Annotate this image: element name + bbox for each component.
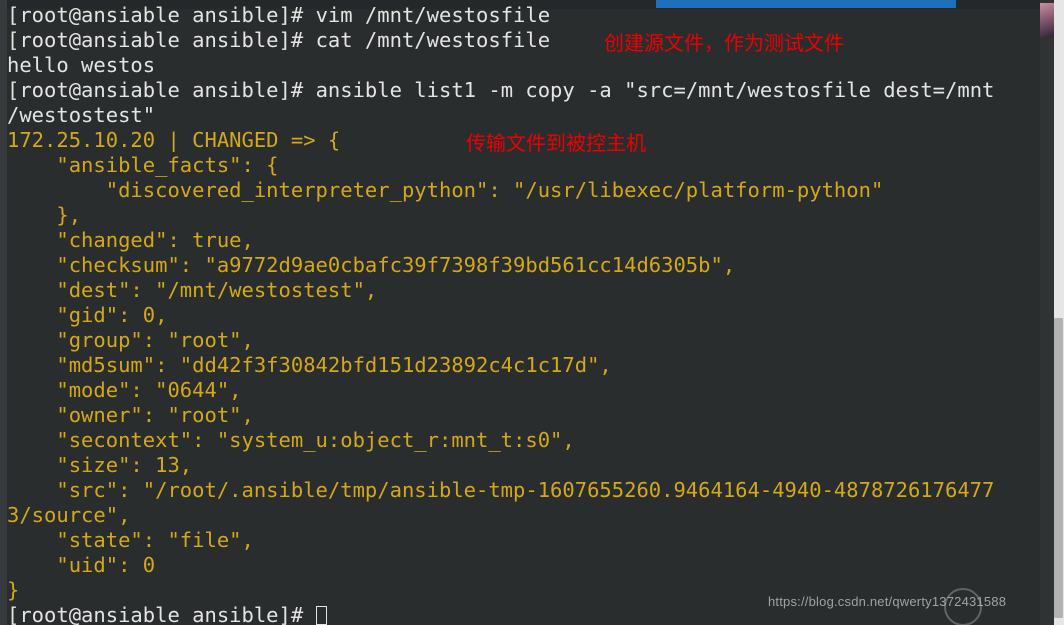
json-output-text: "md5sum": "dd42f3f30842bfd151d23892c4c1c…	[7, 353, 612, 377]
terminal-line: "group": "root",	[7, 328, 1040, 353]
terminal-line: "checksum": "a9772d9ae0cbafc39f7398f39bd…	[7, 253, 1040, 278]
json-output-text: "size": 13,	[7, 453, 193, 477]
terminal-line: "md5sum": "dd42f3f30842bfd151d23892c4c1c…	[7, 353, 1040, 378]
page-thumbnail-image	[1040, 3, 1054, 37]
terminal-output-area[interactable]: [root@ansiable ansible]# vim /mnt/westos…	[7, 3, 1040, 625]
terminal-line: hello westos	[7, 53, 1040, 78]
shell-prompt: [root@ansiable ansible]#	[7, 3, 316, 27]
json-output-text: "discovered_interpreter_python": "/usr/l…	[7, 178, 884, 202]
text-cursor	[315, 606, 327, 625]
vertical-scrollbar-thumb[interactable]	[1054, 318, 1063, 618]
json-output-text: 3/source",	[7, 503, 131, 527]
annotation-transfer-file-to-host: 传输文件到被控主机	[466, 131, 646, 155]
command-output-text: /westostest"	[7, 103, 156, 127]
terminal-line: "dest": "/mnt/westostest",	[7, 278, 1040, 303]
json-output-text: "owner": "root",	[7, 403, 254, 427]
terminal-line: "state": "file",	[7, 528, 1040, 553]
terminal-line: [root@ansiable ansible]# cat /mnt/westos…	[7, 28, 1040, 53]
terminal-window: [root@ansiable ansible]# vim /mnt/westos…	[0, 0, 1064, 625]
json-output-text: "ansible_facts": {	[7, 153, 279, 177]
terminal-line: "secontext": "system_u:object_r:mnt_t:s0…	[7, 428, 1040, 453]
watermark-logo-icon	[944, 588, 982, 625]
shell-prompt: [root@ansiable ansible]#	[7, 603, 316, 625]
terminal-line: [root@ansiable ansible]# ansible list1 -…	[7, 78, 1040, 103]
json-output-text: "src": "/root/.ansible/tmp/ansible-tmp-1…	[7, 478, 995, 502]
terminal-line: [root@ansiable ansible]# vim /mnt/westos…	[7, 3, 1040, 28]
left-page-gutter	[0, 0, 7, 625]
terminal-line: "owner": "root",	[7, 403, 1040, 428]
json-output-text: "uid": 0	[7, 553, 156, 577]
terminal-line: "mode": "0644",	[7, 378, 1040, 403]
shell-command: ansible list1 -m copy -a "src=/mnt/westo…	[315, 78, 995, 102]
json-output-text: "state": "file",	[7, 528, 254, 552]
terminal-line: "size": 13,	[7, 453, 1040, 478]
shell-command: cat /mnt/westosfile	[315, 28, 551, 52]
json-output-text: "secontext": "system_u:object_r:mnt_t:s0…	[7, 428, 575, 452]
terminal-line: "changed": true,	[7, 228, 1040, 253]
json-output-text: "changed": true,	[7, 228, 254, 252]
terminal-line: },	[7, 203, 1040, 228]
vertical-scrollbar-track[interactable]	[1054, 0, 1064, 625]
json-output-text: "group": "root",	[7, 328, 254, 352]
terminal-line: 3/source",	[7, 503, 1040, 528]
json-output-text: }	[7, 578, 20, 602]
json-output-text: 172.25.10.20 | CHANGED => {	[7, 128, 341, 152]
terminal-line: "gid": 0,	[7, 303, 1040, 328]
json-output-text: "gid": 0,	[7, 303, 168, 327]
json-output-text: "checksum": "a9772d9ae0cbafc39f7398f39bd…	[7, 253, 736, 277]
json-output-text: },	[7, 203, 82, 227]
terminal-line: /westostest"	[7, 103, 1040, 128]
json-output-text: "dest": "/mnt/westostest",	[7, 278, 378, 302]
json-output-text: "mode": "0644",	[7, 378, 242, 402]
shell-command: vim /mnt/westosfile	[315, 3, 551, 27]
terminal-line: "discovered_interpreter_python": "/usr/l…	[7, 178, 1040, 203]
shell-prompt: [root@ansiable ansible]#	[7, 78, 316, 102]
terminal-line: "uid": 0	[7, 553, 1040, 578]
command-output-text: hello westos	[7, 53, 156, 77]
shell-prompt: [root@ansiable ansible]#	[7, 28, 316, 52]
terminal-line: "src": "/root/.ansible/tmp/ansible-tmp-1…	[7, 478, 1040, 503]
terminal-line: "ansible_facts": {	[7, 153, 1040, 178]
annotation-create-source-file: 创建源文件，作为测试文件	[604, 31, 844, 55]
